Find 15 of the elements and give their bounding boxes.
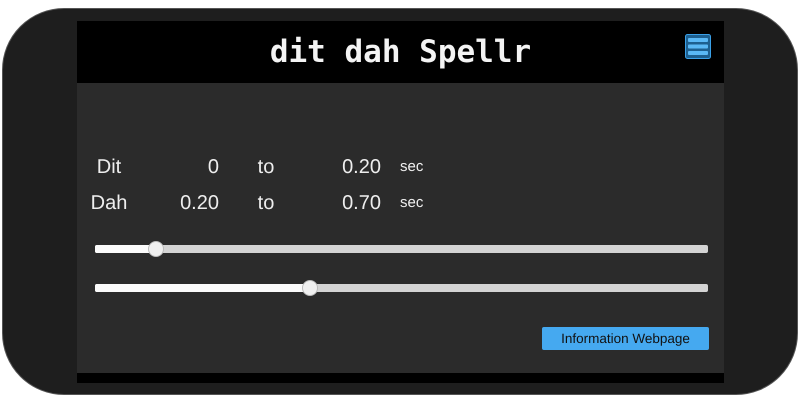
range-joiner: to [256,155,276,179]
menu-icon[interactable] [685,34,711,59]
app-title: dit dah Spellr [270,34,532,70]
range-joiner: to [256,191,276,215]
range-label: Dah [90,191,128,215]
slider-thumb[interactable] [302,280,318,296]
information-button[interactable]: Information Webpage [542,327,709,350]
range-end: 0.20 [341,155,381,179]
range-start: 0 [206,155,219,179]
range-end: 0.70 [341,191,381,215]
slider-thumb[interactable] [148,241,164,257]
unit-label: sec [399,193,424,213]
unit-label: sec [399,157,424,177]
range-label: Dit [96,155,122,179]
range-start: 0.20 [179,191,219,215]
